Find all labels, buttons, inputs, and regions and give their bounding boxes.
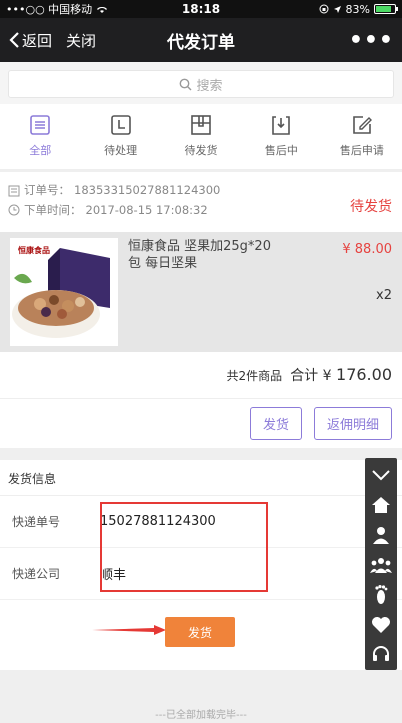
shipping-panel: 发货信息 快递单号 15027881124300 快递公司 顺丰 发货 bbox=[0, 460, 402, 670]
search-bar: 搜索 bbox=[0, 62, 402, 104]
tab-after-sales[interactable]: 售后中 bbox=[241, 104, 321, 169]
footprint-icon bbox=[375, 585, 388, 604]
home-button[interactable] bbox=[368, 492, 394, 518]
currency-symbol: ¥ bbox=[322, 368, 332, 384]
commission-detail-button[interactable]: 返佣明细 bbox=[313, 407, 392, 440]
list-end-text: ---已全部加载完毕--- bbox=[155, 710, 247, 721]
red-arrow-annotation bbox=[92, 625, 166, 635]
tab-after-sales-apply[interactable]: 售后申请 bbox=[322, 104, 402, 169]
return-icon bbox=[272, 116, 291, 135]
close-button[interactable]: 关闭 bbox=[66, 30, 96, 51]
home-icon bbox=[372, 497, 390, 513]
tab-after-sales-label: 售后中 bbox=[264, 144, 298, 157]
box-icon bbox=[191, 115, 211, 135]
chevron-down-icon bbox=[372, 470, 390, 481]
order-time: 2017-08-15 17:08:32 bbox=[85, 203, 208, 217]
edit-icon bbox=[353, 116, 372, 134]
tab-to-ship-label: 待发货 bbox=[184, 144, 218, 157]
group-button[interactable] bbox=[368, 552, 394, 578]
location-icon bbox=[333, 5, 341, 13]
clock-icon bbox=[110, 115, 131, 135]
footprint-button[interactable] bbox=[368, 582, 394, 608]
order-status-badge: 待发货 bbox=[350, 199, 392, 215]
order-time-row: 下单时间： 2017-08-15 17:08:32 bbox=[8, 200, 394, 220]
tab-pending-label: 待处理 bbox=[104, 144, 138, 157]
collapse-button[interactable] bbox=[368, 462, 394, 488]
more-button[interactable]: ••• bbox=[349, 28, 394, 53]
profile-button[interactable] bbox=[368, 522, 394, 548]
battery-icon bbox=[374, 4, 398, 14]
favorite-button[interactable] bbox=[368, 612, 394, 638]
back-label: 返回 bbox=[22, 31, 53, 50]
search-input[interactable]: 搜索 bbox=[8, 70, 394, 98]
tab-after-sales-apply-label: 售后申请 bbox=[339, 144, 384, 157]
order-number: 18353315027881124300 bbox=[74, 183, 221, 197]
total-label: 合计 bbox=[290, 368, 319, 384]
lock-rotation-icon bbox=[319, 4, 329, 14]
product-item[interactable]: 恒康食品 恒康食品 坚果加25g*20包 每日坚果 ¥ 88.00 x2 bbox=[0, 232, 402, 352]
tab-pending[interactable]: 待处理 bbox=[80, 104, 160, 169]
battery-percent: 83% bbox=[345, 2, 370, 16]
users-icon bbox=[370, 558, 392, 573]
order-tabs: 全部 待处理 待发货 售后中 售后申请 bbox=[0, 104, 402, 170]
total-amount: 176.00 bbox=[336, 365, 392, 384]
page-title: 代发订单 bbox=[167, 32, 235, 53]
item-count: 共2件商品 bbox=[226, 368, 283, 383]
wifi-icon bbox=[97, 6, 108, 13]
shipping-title: 发货信息 bbox=[0, 460, 402, 496]
order-number-row: 订单号： 18353315027881124300 bbox=[8, 180, 394, 200]
product-image: 恒康食品 bbox=[10, 238, 118, 346]
submit-ship-button[interactable]: 发货 bbox=[165, 617, 235, 647]
order-header: 订单号： 18353315027881124300 下单时间： 2017-08-… bbox=[0, 172, 402, 232]
order-total: 共2件商品 合计 ¥ 176.00 bbox=[0, 352, 402, 398]
heart-icon bbox=[372, 617, 390, 633]
tab-to-ship[interactable]: 待发货 bbox=[161, 104, 241, 169]
nav-bar: 返回 关闭 代发订单 ••• bbox=[0, 18, 402, 62]
chevron-left-icon bbox=[9, 32, 19, 48]
tab-all[interactable]: 全部 bbox=[0, 104, 80, 169]
clock-small-icon bbox=[8, 204, 20, 216]
total-amount-wrap: 合计 ¥ 176.00 bbox=[290, 365, 392, 385]
highlight-box bbox=[100, 502, 268, 592]
search-icon bbox=[180, 78, 192, 90]
user-icon bbox=[373, 527, 389, 544]
tracking-number-label: 快递单号 bbox=[12, 515, 61, 529]
order-actions: 发货 返佣明细 bbox=[0, 398, 402, 448]
order-time-label: 下单时间： bbox=[24, 203, 82, 217]
brand-logo-text: 恒康食品 bbox=[18, 246, 50, 255]
customer-service-button[interactable] bbox=[368, 642, 394, 668]
product-name: 恒康食品 坚果加25g*20包 每日坚果 bbox=[128, 239, 271, 271]
product-quantity: x2 bbox=[376, 288, 392, 303]
status-bar: •••○○ 中国移动 18:18 83% bbox=[0, 0, 402, 18]
floating-toolbar bbox=[365, 458, 397, 670]
product-price: ¥ 88.00 bbox=[342, 242, 392, 257]
ship-button[interactable]: 发货 bbox=[249, 407, 302, 440]
carrier-label: •••○○ 中国移动 bbox=[6, 3, 93, 16]
search-placeholder: 搜索 bbox=[196, 78, 223, 94]
courier-company-label: 快递公司 bbox=[12, 567, 61, 581]
order-number-label: 订单号： bbox=[24, 183, 70, 197]
back-button[interactable]: 返回 bbox=[8, 30, 52, 51]
list-icon bbox=[30, 115, 51, 135]
tab-all-label: 全部 bbox=[29, 144, 52, 157]
clipboard-icon bbox=[8, 185, 20, 196]
headset-icon bbox=[373, 646, 389, 661]
